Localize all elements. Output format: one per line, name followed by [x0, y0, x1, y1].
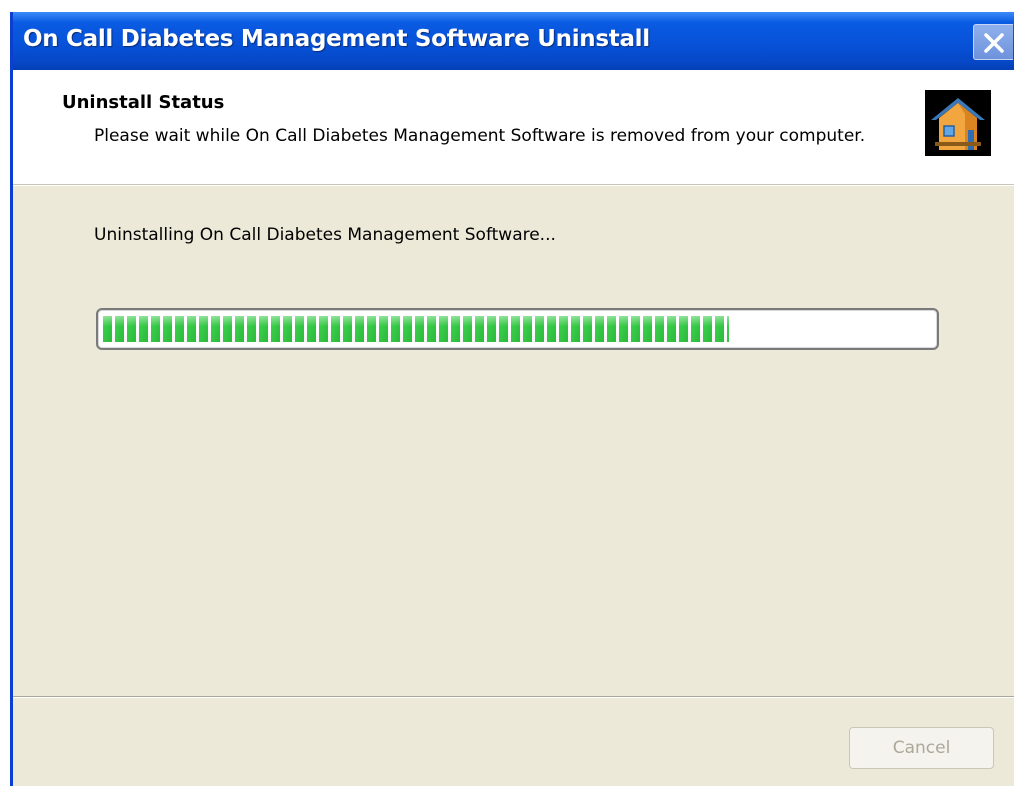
progress-bar — [96, 308, 939, 350]
close-button[interactable] — [973, 24, 1013, 60]
uninstall-status-text: Uninstalling On Call Diabetes Management… — [94, 225, 556, 245]
header-title: Uninstall Status — [62, 92, 225, 113]
title-bar[interactable]: On Call Diabetes Management Software Uni… — [13, 12, 1014, 70]
window-title: On Call Diabetes Management Software Uni… — [23, 26, 650, 52]
header-description: Please wait while On Call Diabetes Manag… — [94, 126, 866, 146]
close-icon — [984, 33, 1004, 53]
header-panel: Uninstall Status Please wait while On Ca… — [13, 70, 1014, 185]
header-divider — [13, 185, 1014, 186]
uninstall-dialog: On Call Diabetes Management Software Uni… — [10, 12, 1014, 786]
progress-bar-fill — [103, 316, 729, 342]
cancel-button[interactable]: Cancel — [849, 727, 994, 769]
footer-divider-highlight — [13, 697, 1014, 698]
installer-house-icon — [925, 90, 991, 156]
